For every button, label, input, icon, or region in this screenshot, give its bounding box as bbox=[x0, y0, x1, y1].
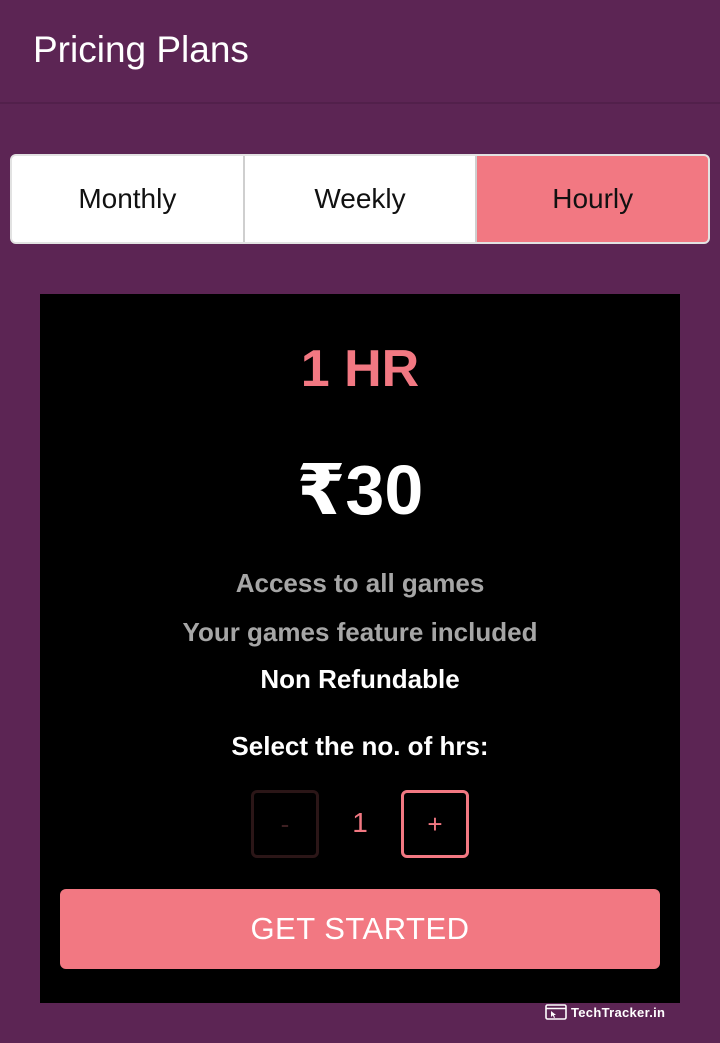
hours-quantity-value: 1 bbox=[352, 807, 368, 838]
decrease-hours-button[interactable]: - bbox=[251, 790, 319, 858]
feature-access-all-games: Access to all games bbox=[235, 568, 485, 598]
app-bar: Pricing Plans bbox=[0, 0, 720, 104]
tab-weekly[interactable]: Weekly bbox=[242, 156, 476, 242]
tab-monthly[interactable]: Monthly bbox=[12, 156, 243, 242]
feature-games-included: Your games feature included bbox=[182, 617, 538, 647]
plan-price: ₹30 bbox=[296, 451, 424, 529]
watermark-text: TechTracker.in bbox=[571, 1004, 666, 1020]
feature-non-refundable: Non Refundable bbox=[260, 664, 460, 694]
tab-hourly[interactable]: Hourly bbox=[475, 156, 708, 242]
plan-period-tabs: Monthly Weekly Hourly bbox=[10, 154, 710, 244]
watermark: TechTracker.in bbox=[545, 1004, 665, 1020]
hours-select-label: Select the no. of hrs: bbox=[231, 731, 489, 761]
page-title: Pricing Plans bbox=[33, 29, 249, 70]
plan-name: 1 HR bbox=[300, 340, 420, 398]
increase-hours-button[interactable]: + bbox=[401, 790, 469, 858]
get-started-button[interactable]: GET STARTED bbox=[60, 889, 660, 969]
browser-window-cursor-icon bbox=[545, 1004, 567, 1020]
